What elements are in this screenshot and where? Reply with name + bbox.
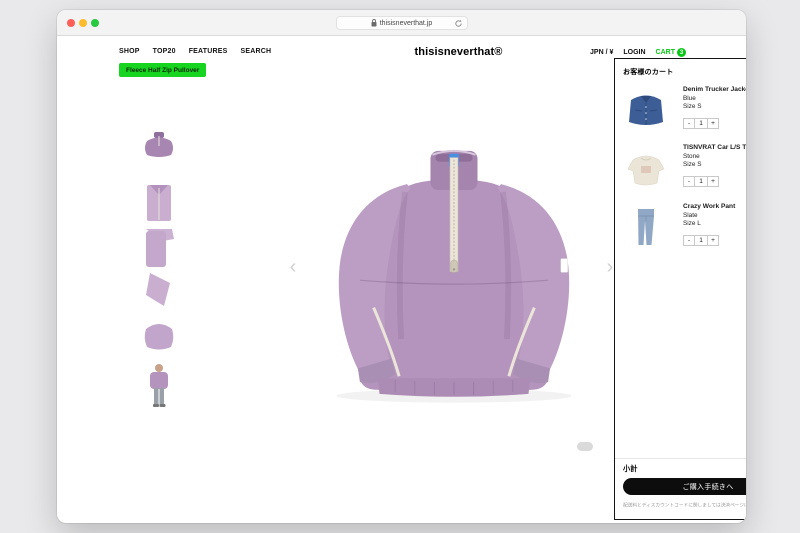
cart-item-color: Slate xyxy=(683,211,698,219)
url-text: thisisneverthat.jp xyxy=(379,19,433,27)
qty-increase-button[interactable]: + xyxy=(707,118,719,129)
cart-item-name[interactable]: Crazy Work Pant xyxy=(683,203,746,212)
fleece-sleeve-thumb-image xyxy=(146,273,170,306)
fleece-pullover-image xyxy=(336,149,572,403)
cart-item-thumbnail[interactable] xyxy=(623,144,669,190)
window-close-button[interactable] xyxy=(67,19,75,27)
cart-item-name[interactable]: TISNVRAT Car L/S Tee xyxy=(683,144,746,153)
fleece-folded-thumb-image xyxy=(146,229,174,267)
qty-increase-button[interactable]: + xyxy=(707,176,719,187)
quantity-stepper: - 1 + xyxy=(683,235,719,246)
quantity-stepper: - 1 + xyxy=(683,118,719,129)
product-hero-image[interactable] xyxy=(307,143,601,413)
carousel-prev-button[interactable]: ‹ xyxy=(285,256,301,278)
product-title-button[interactable]: Fleece Half Zip Pullover xyxy=(119,63,207,77)
cart-item-color: Stone xyxy=(683,152,700,160)
window-zoom-button[interactable] xyxy=(91,19,99,27)
nav-utility: JPN / ¥ LOGIN CART 3 xyxy=(590,48,686,57)
window-controls xyxy=(67,19,99,27)
checkout-button[interactable]: ご購入手続きへ xyxy=(623,478,746,495)
chevron-left-icon: ‹ xyxy=(289,256,297,278)
thumbnail-back-view[interactable] xyxy=(141,316,177,354)
cart-title: お客様のカート xyxy=(623,69,674,76)
quantity-stepper: - 1 + xyxy=(683,176,719,187)
cart-item-size: Size S xyxy=(683,161,702,169)
browser-window: thisisneverthat.jp SHOP TOP20 FEATURES S… xyxy=(57,10,746,523)
browser-titlebar: thisisneverthat.jp xyxy=(57,10,746,36)
fleece-front-thumb-image xyxy=(145,132,173,157)
cart-item-thumbnail[interactable] xyxy=(623,86,669,132)
thumbnail-folded-view[interactable] xyxy=(141,225,177,269)
qty-value: 1 xyxy=(694,235,708,246)
cart-link[interactable]: CART 3 xyxy=(656,48,686,57)
login-link[interactable]: LOGIN xyxy=(623,49,645,56)
denim-jacket-thumb-image xyxy=(629,95,663,125)
fleece-collar-thumb-image xyxy=(147,185,171,221)
refresh-icon[interactable] xyxy=(454,19,463,30)
qty-increase-button[interactable]: + xyxy=(707,235,719,246)
locale-currency-selector[interactable]: JPN / ¥ xyxy=(590,49,613,56)
fleece-back-thumb-image xyxy=(144,324,174,350)
cart-item-name[interactable]: Denim Trucker Jacket xyxy=(683,86,746,95)
thumbnail-model-view[interactable] xyxy=(141,362,177,410)
ls-tee-thumb-image xyxy=(627,155,665,186)
window-minimize-button[interactable] xyxy=(79,19,87,27)
thumbnail-collar-detail[interactable] xyxy=(141,180,177,224)
address-bar[interactable]: thisisneverthat.jp xyxy=(335,16,468,30)
cart-item-size: Size L xyxy=(683,220,701,228)
cart-item-color: Blue xyxy=(683,94,696,102)
qty-value: 1 xyxy=(694,118,708,129)
cart-item-size: Size S xyxy=(683,103,702,111)
image-counter-badge xyxy=(577,442,593,451)
thumbnail-sleeve-detail[interactable] xyxy=(141,270,177,310)
checkout-note: 配送料とディスカウントコードに関しましては決済ページにて表示されます。 xyxy=(623,503,746,509)
divider xyxy=(615,458,746,459)
chevron-right-icon: › xyxy=(606,256,614,278)
cart-count-badge: 3 xyxy=(677,48,686,57)
desktop-background: thisisneverthat.jp SHOP TOP20 FEATURES S… xyxy=(0,0,800,533)
lock-icon xyxy=(371,19,377,27)
thumbnail-front-view[interactable] xyxy=(141,130,177,160)
cart-drawer: お客様のカート CLOSE Denim Trucker Jacket Blue … xyxy=(614,58,746,520)
work-pant-thumb-image xyxy=(638,209,654,245)
qty-value: 1 xyxy=(694,176,708,187)
subtotal-label: 小計 xyxy=(623,464,638,473)
cart-item-thumbnail[interactable] xyxy=(623,203,669,249)
fleece-model-thumb-image xyxy=(150,364,168,407)
cart-link-label: CART xyxy=(655,49,675,56)
